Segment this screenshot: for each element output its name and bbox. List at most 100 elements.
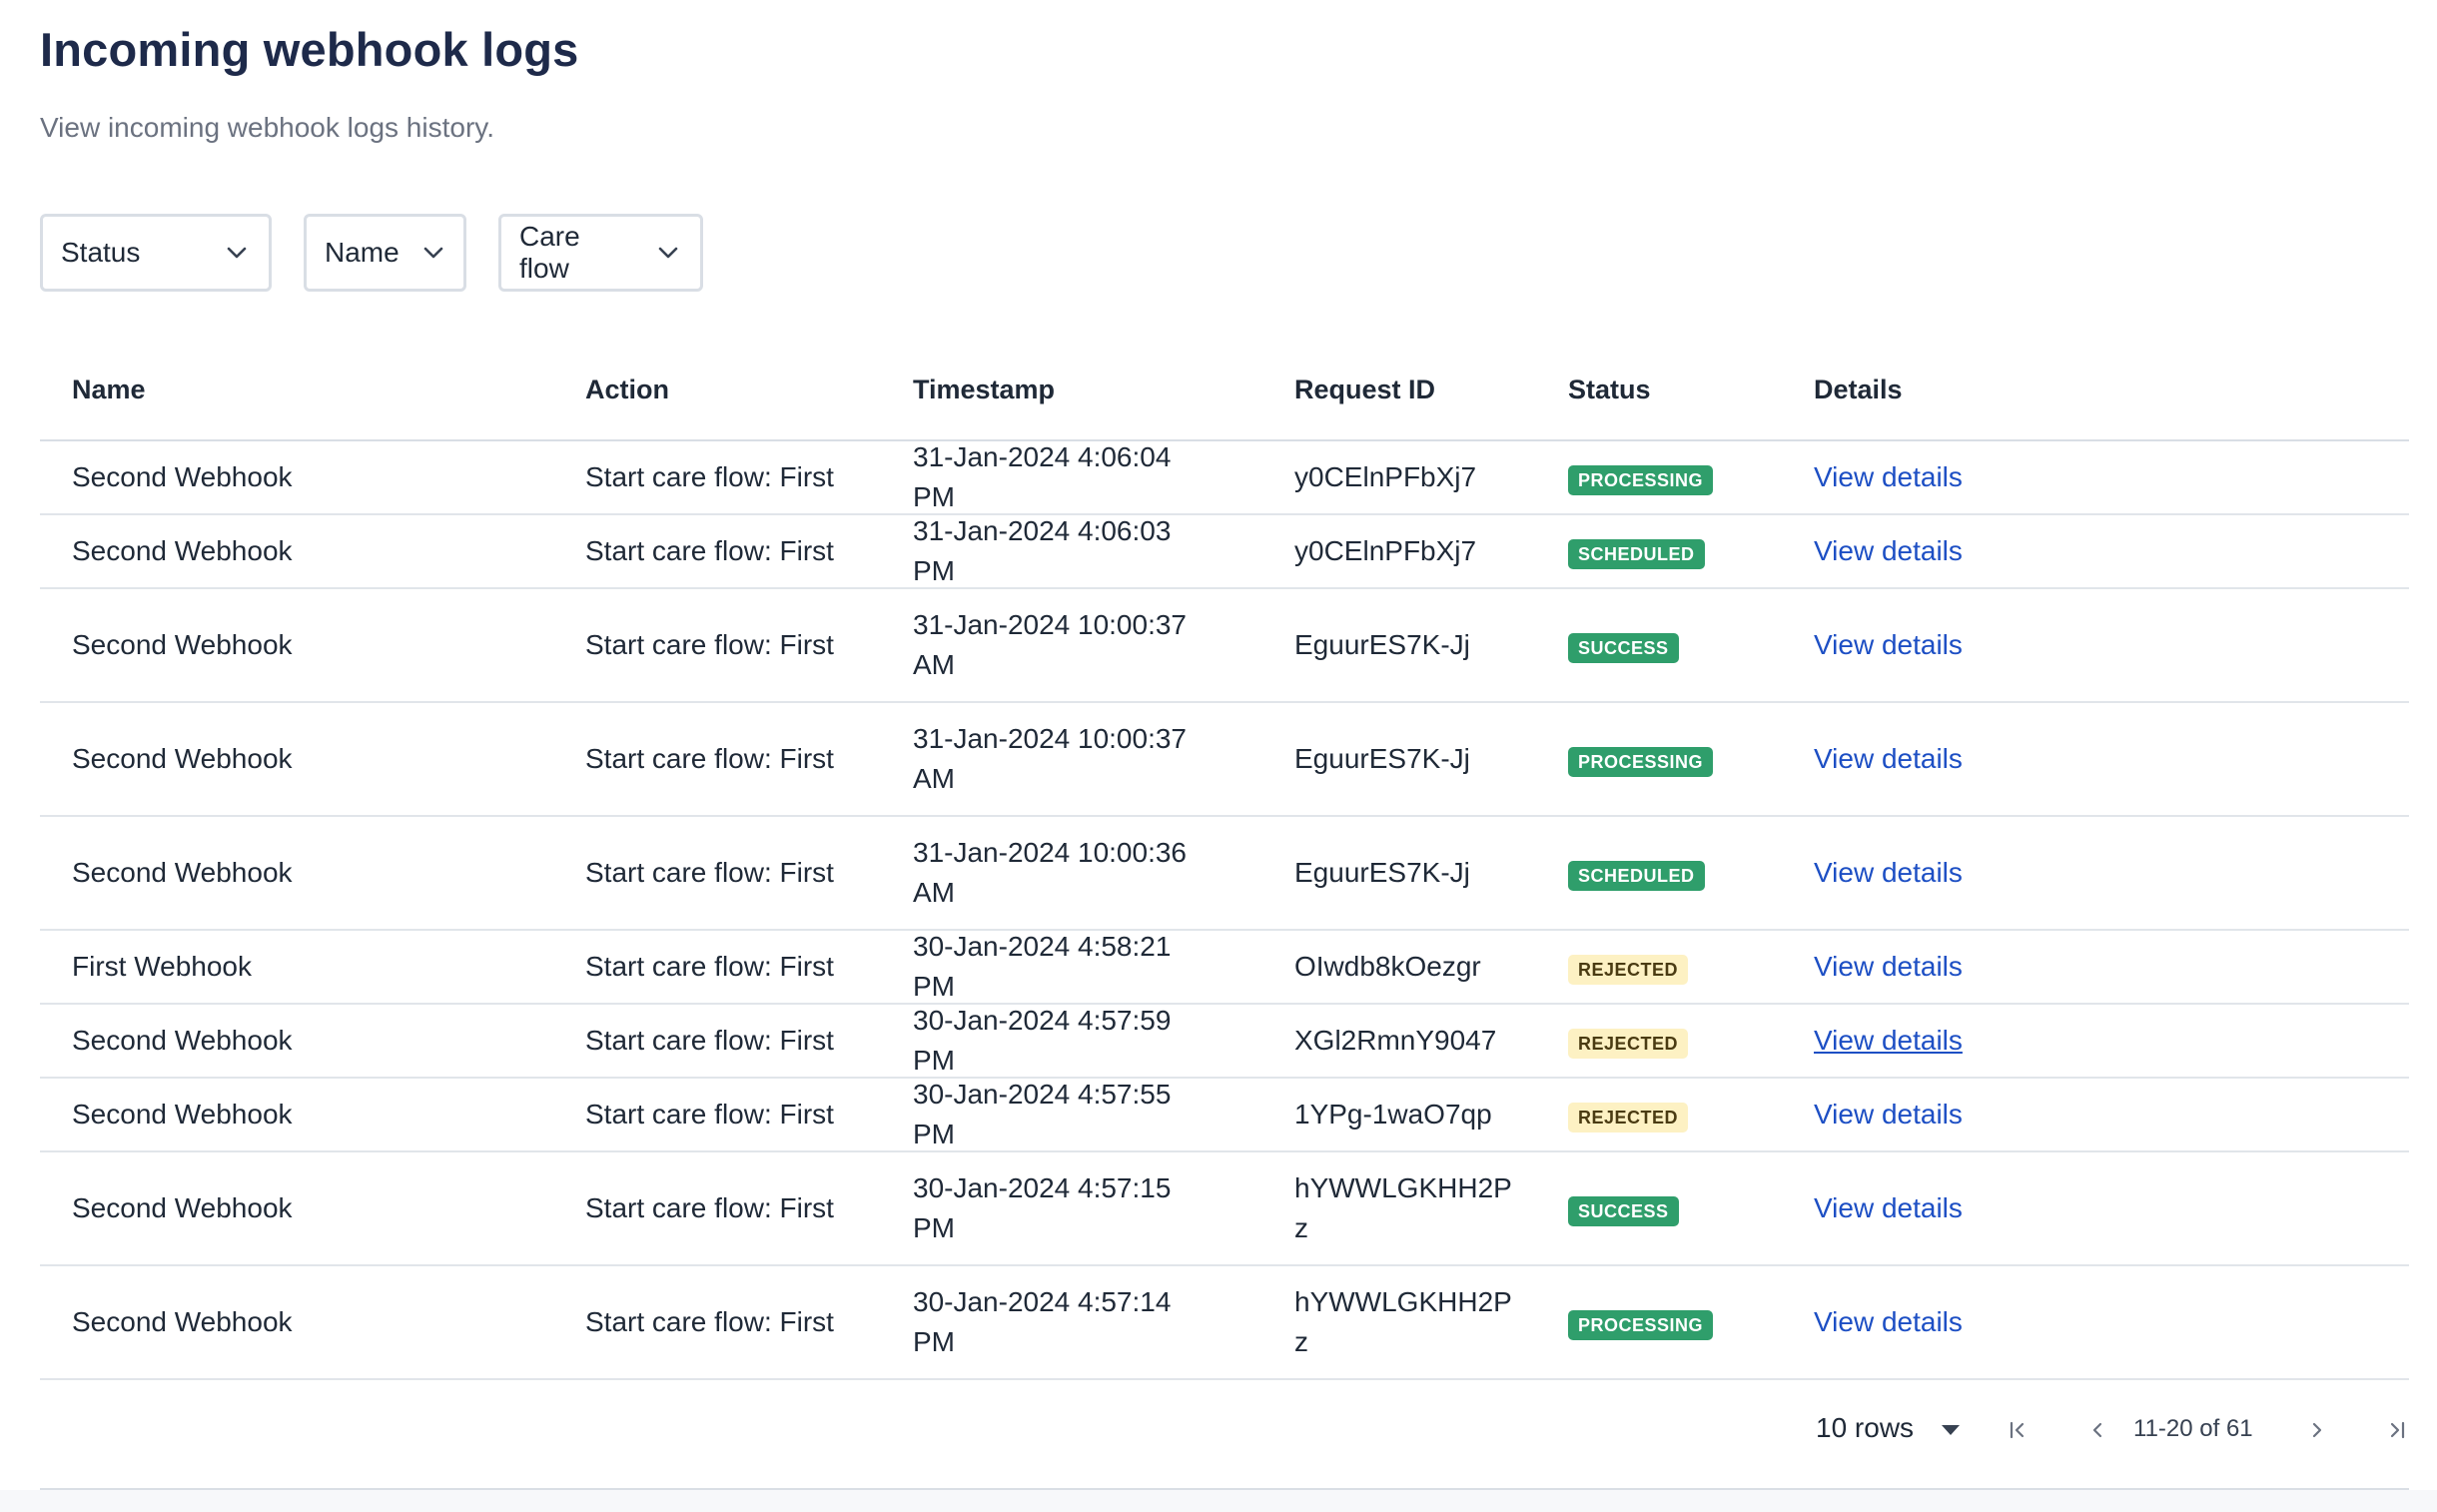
view-details-link[interactable]: View details	[1814, 951, 1963, 982]
request-id-text: EguurES7K-Jj	[1294, 629, 1470, 660]
table-row: Second Webhook Start care flow: First 30-J…	[40, 1152, 2409, 1266]
cell-status: REJECTED	[1568, 1095, 1814, 1134]
cell-action: Start care flow: First	[585, 535, 834, 566]
cell-request-id: y0CElnPFbXj7	[1294, 531, 1568, 571]
cell-timestamp: 31-Jan-2024 10:00:36 AM	[913, 833, 1294, 913]
cell-action: Start care flow: First	[585, 1025, 834, 1056]
cell-timestamp: 30-Jan-2024 4:57:55 PM	[913, 1075, 1294, 1154]
cell-status: PROCESSING	[1568, 739, 1814, 779]
cell-details: View details	[1814, 1302, 2113, 1342]
cell-action: Start care flow: First	[585, 1192, 834, 1223]
cell-details: View details	[1814, 457, 2113, 497]
cell-name: Second Webhook	[72, 1306, 293, 1337]
care-flow-filter[interactable]: Care flow	[498, 214, 703, 292]
timestamp-text: 31-Jan-2024 4:06:03 PM	[913, 515, 1172, 586]
view-details-link[interactable]: View details	[1814, 535, 1963, 566]
cell-name: Second Webhook	[72, 857, 293, 888]
status-filter-label: Status	[61, 237, 141, 268]
view-details-link[interactable]: View details	[1814, 857, 1963, 888]
first-page-icon[interactable]	[2000, 1412, 2035, 1448]
next-page-icon[interactable]	[2299, 1412, 2335, 1448]
last-page-icon[interactable]	[2379, 1412, 2415, 1448]
cell-status: SUCCESS	[1568, 625, 1814, 665]
column-header-status[interactable]: Status	[1568, 370, 1814, 409]
cell-timestamp: 31-Jan-2024 4:06:03 PM	[913, 511, 1294, 591]
cell-details: View details	[1814, 531, 2113, 571]
view-details-link[interactable]: View details	[1814, 461, 1963, 492]
cell-name: First Webhook	[72, 951, 252, 982]
filter-bar: Status Name Care flow	[40, 214, 703, 292]
view-details-link[interactable]: View details	[1814, 629, 1963, 660]
column-header-request-id[interactable]: Request ID	[1294, 370, 1568, 409]
timestamp-text: 30-Jan-2024 4:57:59 PM	[913, 1005, 1172, 1076]
table-row: Second Webhook Start care flow: First 31-J…	[40, 703, 2409, 817]
view-details-link[interactable]: View details	[1814, 743, 1963, 774]
cell-status: SCHEDULED	[1568, 531, 1814, 571]
cell-request-id: hYWWLGKHH2Pz	[1294, 1168, 1568, 1248]
table-row: Second Webhook Start care flow: First 30-J…	[40, 1266, 2409, 1380]
care-flow-filter-label: Care flow	[519, 221, 580, 284]
status-filter[interactable]: Status	[40, 214, 272, 292]
request-id-text: hYWWLGKHH2Pz	[1294, 1286, 1512, 1357]
column-header-name[interactable]: Name	[40, 370, 585, 409]
view-details-link[interactable]: View details	[1814, 1025, 1963, 1056]
table-row: Second Webhook Start care flow: First 30-J…	[40, 1079, 2409, 1152]
cell-status: PROCESSING	[1568, 1302, 1814, 1342]
cell-timestamp: 31-Jan-2024 10:00:37 AM	[913, 719, 1294, 799]
cell-timestamp: 30-Jan-2024 4:57:59 PM	[913, 1001, 1294, 1081]
cell-details: View details	[1814, 1021, 2113, 1061]
cell-request-id: EguurES7K-Jj	[1294, 625, 1568, 665]
timestamp-text: 30-Jan-2024 4:57:15 PM	[913, 1172, 1172, 1243]
cell-name: Second Webhook	[72, 743, 293, 774]
cell-status: REJECTED	[1568, 1021, 1814, 1061]
status-badge: REJECTED	[1568, 1103, 1689, 1133]
page-title: Incoming webhook logs	[40, 23, 579, 76]
chevron-down-icon	[656, 241, 680, 265]
timestamp-text: 30-Jan-2024 4:57:55 PM	[913, 1079, 1172, 1149]
cell-request-id: EguurES7K-Jj	[1294, 853, 1568, 893]
prev-page-icon[interactable]	[2079, 1412, 2115, 1448]
cell-request-id: hYWWLGKHH2Pz	[1294, 1282, 1568, 1362]
timestamp-text: 31-Jan-2024 10:00:36 AM	[913, 837, 1187, 908]
request-id-text: OIwdb8kOezgr	[1294, 951, 1481, 982]
rows-per-page-select[interactable]: 10 rows	[1816, 1412, 1962, 1444]
table-row: Second Webhook Start care flow: First 30-J…	[40, 1005, 2409, 1079]
table-row: Second Webhook Start care flow: First 31-J…	[40, 441, 2409, 515]
view-details-link[interactable]: View details	[1814, 1306, 1963, 1337]
status-badge: SUCCESS	[1568, 1196, 1679, 1226]
timestamp-text: 31-Jan-2024 10:00:37 AM	[913, 609, 1187, 680]
cell-action: Start care flow: First	[585, 1306, 834, 1337]
cell-timestamp: 30-Jan-2024 4:58:21 PM	[913, 927, 1294, 1007]
cell-request-id: y0CElnPFbXj7	[1294, 457, 1568, 497]
cell-details: View details	[1814, 625, 2113, 665]
timestamp-text: 31-Jan-2024 10:00:37 AM	[913, 723, 1187, 794]
cell-action: Start care flow: First	[585, 461, 834, 492]
name-filter[interactable]: Name	[304, 214, 466, 292]
cell-action: Start care flow: First	[585, 857, 834, 888]
cell-status: REJECTED	[1568, 947, 1814, 987]
chevron-down-icon	[421, 241, 445, 265]
cell-details: View details	[1814, 1188, 2113, 1228]
column-header-timestamp[interactable]: Timestamp	[913, 370, 1294, 409]
name-filter-label: Name	[325, 237, 400, 268]
page-subtitle: View incoming webhook logs history.	[40, 112, 494, 143]
status-badge: REJECTED	[1568, 955, 1689, 985]
cell-request-id: XGl2RmnY9047	[1294, 1021, 1568, 1061]
cell-timestamp: 31-Jan-2024 10:00:37 AM	[913, 605, 1294, 685]
request-id-text: y0CElnPFbXj7	[1294, 461, 1477, 492]
cell-timestamp: 30-Jan-2024 4:57:14 PM	[913, 1282, 1294, 1362]
column-header-details: Details	[1814, 375, 1903, 404]
pagination: 10 rows 11-20 of 61	[40, 1382, 2409, 1490]
column-header-action[interactable]: Action	[585, 370, 913, 409]
cell-status: SUCCESS	[1568, 1188, 1814, 1228]
cell-status: SCHEDULED	[1568, 853, 1814, 893]
timestamp-text: 30-Jan-2024 4:58:21 PM	[913, 931, 1172, 1002]
request-id-text: XGl2RmnY9047	[1294, 1025, 1497, 1056]
cell-request-id: EguurES7K-Jj	[1294, 739, 1568, 779]
view-details-link[interactable]: View details	[1814, 1099, 1963, 1130]
timestamp-text: 31-Jan-2024 4:06:04 PM	[913, 441, 1172, 512]
cell-details: View details	[1814, 739, 2113, 779]
cell-request-id: 1YPg-1waO7qp	[1294, 1095, 1568, 1134]
view-details-link[interactable]: View details	[1814, 1192, 1963, 1223]
cell-name: Second Webhook	[72, 629, 293, 660]
